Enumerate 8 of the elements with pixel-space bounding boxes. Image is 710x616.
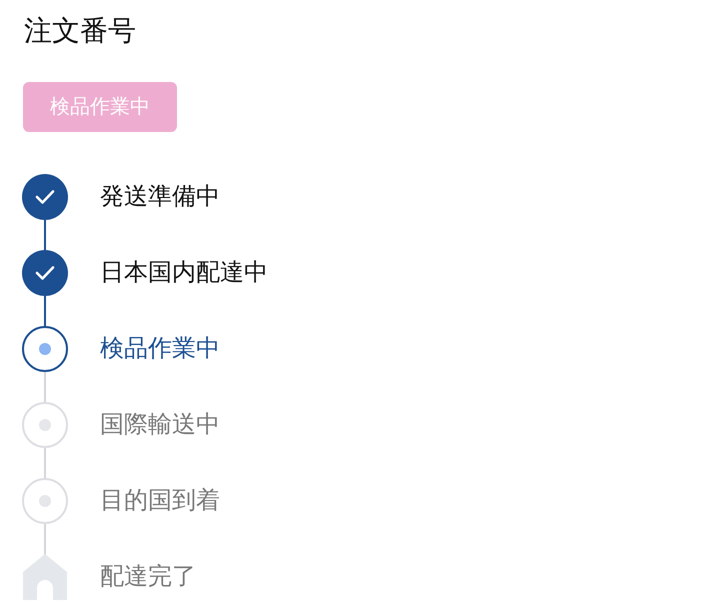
page-title: 注文番号 [24, 14, 136, 48]
step-label: 目的国到着 [100, 486, 220, 516]
step-label: 日本国内配達中 [100, 258, 268, 288]
status-badge: 検品作業中 [23, 82, 177, 132]
step-label: 国際輸送中 [100, 410, 220, 440]
step-label: 発送準備中 [100, 182, 220, 212]
step-label: 配達完了 [100, 562, 196, 592]
step-label: 検品作業中 [100, 334, 220, 364]
